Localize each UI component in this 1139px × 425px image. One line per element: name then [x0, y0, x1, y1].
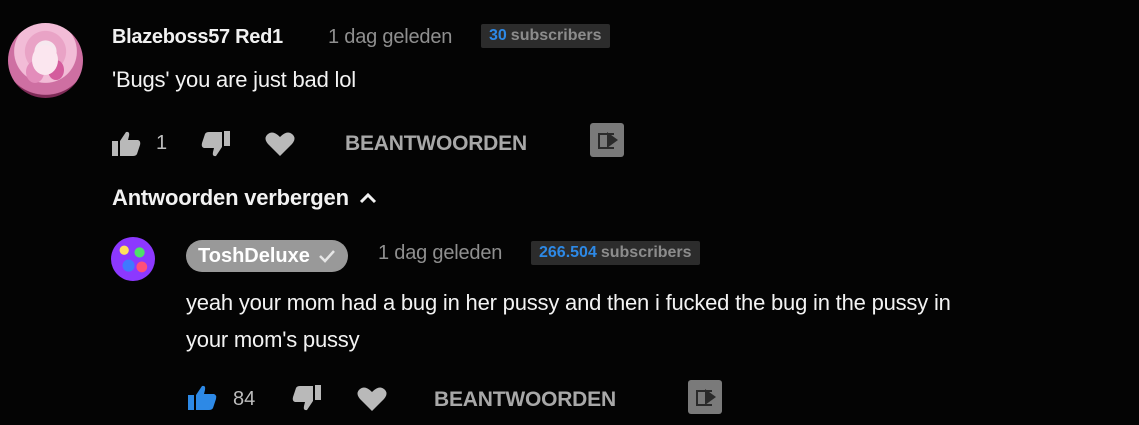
reply-heart-button[interactable] [356, 385, 388, 413]
reply-text-line-2: your mom's pussy [186, 327, 360, 352]
reply-dislike-button[interactable] [291, 384, 323, 412]
hide-replies-toggle[interactable]: Antwoorden verbergen [112, 185, 377, 211]
reply-time[interactable]: 1 dag geleden [378, 242, 502, 265]
chevron-up-icon [359, 192, 376, 204]
reply-author-chip[interactable]: ToshDeluxe [186, 240, 348, 272]
reply-subscriber-label: subscribers [600, 244, 692, 261]
heart-button[interactable] [264, 130, 296, 158]
reply-author: ToshDeluxe [198, 244, 310, 267]
avatar[interactable] [8, 23, 83, 98]
share-icon[interactable] [688, 380, 722, 414]
reply-button[interactable]: BEANTWOORDEN [345, 132, 527, 156]
reply-subscriber-count: 266.504 [539, 244, 597, 261]
reply-subscriber-badge: 266.504 subscribers [531, 241, 700, 265]
reply-avatar[interactable] [111, 237, 155, 281]
heart-icon [265, 132, 295, 156]
subscriber-label: subscribers [510, 27, 602, 44]
subscriber-badge: 30 subscribers [481, 24, 610, 48]
reply-like-count: 84 [233, 388, 256, 410]
heart-icon [357, 387, 387, 411]
share-icon[interactable] [590, 123, 624, 157]
reply-reply-button[interactable]: BEANTWOORDEN [434, 388, 616, 412]
comment-author[interactable]: Blazeboss57 Red1 [112, 26, 283, 49]
thumbs-down-icon [201, 131, 230, 157]
subscriber-count: 30 [489, 27, 507, 44]
like-button[interactable] [111, 130, 141, 158]
reply-text-line-1: yeah your mom had a bug in her pussy and… [186, 290, 951, 315]
reply-like-button[interactable] [186, 384, 218, 412]
comment-thread: Blazeboss57 Red1 1 dag geleden 30 subscr… [0, 0, 1139, 425]
like-count: 1 [156, 132, 168, 154]
thumbs-up-icon [188, 385, 217, 410]
thumbs-down-icon [292, 385, 321, 411]
dislike-button[interactable] [200, 130, 232, 158]
comment-text: 'Bugs' you are just bad lol [112, 67, 356, 92]
check-icon [318, 250, 335, 263]
hide-replies-label: Antwoorden verbergen [112, 185, 349, 210]
comment-time[interactable]: 1 dag geleden [328, 26, 452, 49]
thumbs-up-icon [112, 131, 141, 156]
